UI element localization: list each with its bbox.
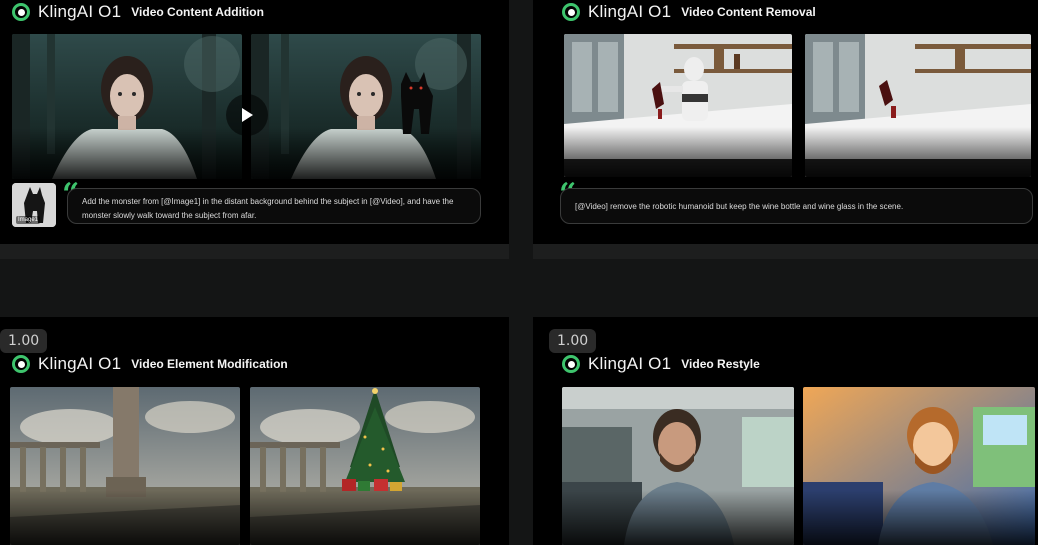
frame-fade <box>564 126 792 177</box>
card-header: KlingAI O1 Video Restyle <box>562 354 760 374</box>
feature-title: Video Content Addition <box>131 5 264 19</box>
brand-name: KlingAI O1 <box>588 2 672 21</box>
kling-logo-icon <box>562 355 580 373</box>
frame-fade <box>251 128 481 179</box>
frame-fade <box>10 489 240 545</box>
kling-logo-icon <box>562 3 580 21</box>
play-icon <box>242 108 253 122</box>
zoom-level-indicator: 1.00 <box>0 329 48 353</box>
card-footer-strip <box>533 244 1038 259</box>
card-video-element-modification[interactable]: KlingAI O1 Video Element Modification <box>0 317 509 545</box>
frame-fade <box>562 489 794 545</box>
card-video-restyle[interactable]: KlingAI O1 Video Restyle <box>533 317 1038 545</box>
original-video-frame[interactable] <box>564 34 792 177</box>
card-video-content-addition[interactable]: KlingAI O1 Video Content Addition Image1… <box>0 0 509 259</box>
feature-title: Video Element Modification <box>131 357 288 371</box>
frame-fade <box>12 128 242 179</box>
feature-title: Video Restyle <box>681 357 760 371</box>
original-video-frame[interactable] <box>12 34 242 179</box>
card-video-content-removal[interactable]: KlingAI O1 Video Content Removal [@Video… <box>533 0 1038 259</box>
original-video-frame[interactable] <box>562 387 794 545</box>
feature-title: Video Content Removal <box>681 5 816 19</box>
brand-name: KlingAI O1 <box>38 354 122 373</box>
card-header: KlingAI O1 Video Content Removal <box>562 2 816 22</box>
reference-image-thumbnail[interactable]: Image1 <box>12 183 56 227</box>
brand-name: KlingAI O1 <box>588 354 672 373</box>
kling-logo-icon <box>12 355 30 373</box>
result-video-frame[interactable] <box>805 34 1031 177</box>
result-video-frame[interactable] <box>250 387 480 545</box>
brand-name: KlingAI O1 <box>38 2 122 21</box>
card-header: KlingAI O1 Video Element Modification <box>12 354 288 374</box>
card-header: KlingAI O1 Video Content Addition <box>12 2 264 22</box>
zoom-level-indicator: 1.00 <box>549 329 597 353</box>
prompt-text-box: [@Video] remove the robotic humanoid but… <box>560 188 1033 224</box>
play-button[interactable] <box>226 94 268 136</box>
frame-fade <box>805 126 1031 177</box>
kling-logo-icon <box>12 3 30 21</box>
frame-fade <box>803 489 1035 545</box>
original-video-frame[interactable] <box>10 387 240 545</box>
thumbnail-label: Image1 <box>16 216 41 224</box>
prompt-text-box: Add the monster from [@Image1] in the di… <box>67 188 481 224</box>
result-video-frame[interactable] <box>803 387 1035 545</box>
card-footer-strip <box>0 244 509 259</box>
prompt-text: [@Video] remove the robotic humanoid but… <box>575 202 904 211</box>
frame-fade <box>250 489 480 545</box>
prompt-text: Add the monster from [@Image1] in the di… <box>82 197 454 220</box>
result-video-frame[interactable] <box>251 34 481 179</box>
